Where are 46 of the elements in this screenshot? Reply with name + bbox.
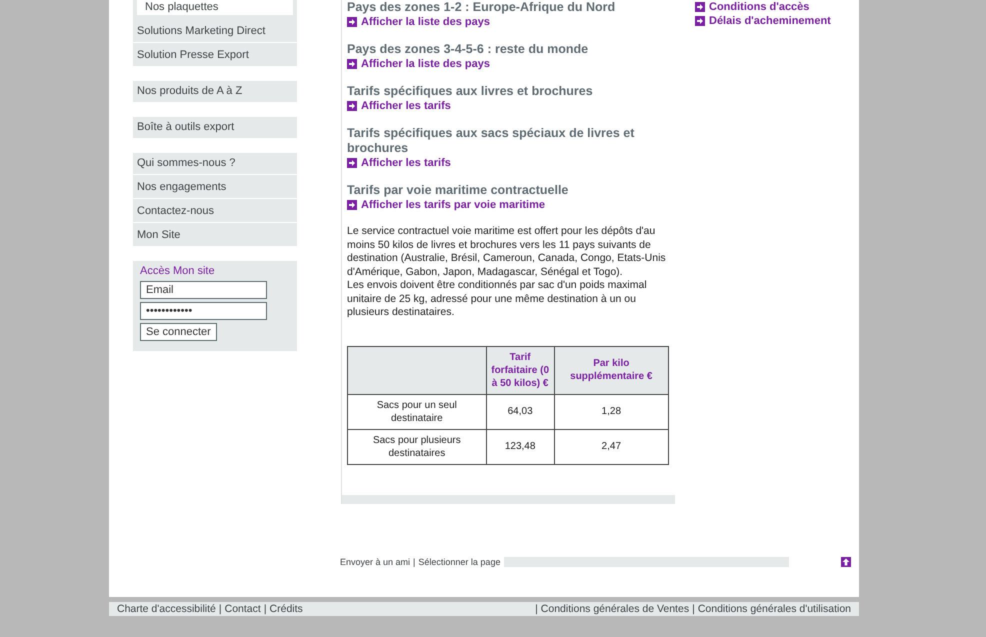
- separator: |: [218, 603, 222, 615]
- sidebar-subitem[interactable]: Nos plaquettes: [137, 0, 293, 15]
- table-header-cell: Par kilo supplémentaire €: [554, 346, 668, 394]
- table-cell: 2,47: [554, 429, 668, 464]
- section-link[interactable]: Afficher la liste des pays: [347, 15, 669, 29]
- side-link[interactable]: Délais d'acheminement: [695, 14, 831, 28]
- section-heading: Tarifs par voie maritime contractuelle: [347, 183, 570, 198]
- section-heading: Pays des zones 1-2 : Europe-Afrique du Nord: [347, 0, 616, 15]
- arrow-icon: [695, 16, 705, 26]
- table-cell: Sacs pour un seul destinataire: [348, 394, 486, 429]
- footer-link[interactable]: Conditions générales de Ventes: [540, 603, 690, 615]
- paragraph: Les envois doivent être conditionnés par sac d'un poids maximal unitaire de 25 kg, adressé pour une même destination à un ou plusieurs destinataires.: [347, 279, 648, 320]
- arrow-icon: [347, 59, 357, 69]
- arrow-icon: [347, 158, 357, 168]
- password-field[interactable]: ••••••••••••: [140, 302, 267, 320]
- paragraph: Le service contractuel voie maritime est offert pour les dépôts d'au moins 50 kilos de livres et brochures vers les 11 pays suivants de destination (Australie, Brésil, Cameroun, Canada, Congo, Etats-Unis d'Amérique, Gabon, Japon, Madagascar, Sénégal et Togo).: [347, 225, 667, 279]
- footer-link[interactable]: Crédits: [270, 603, 303, 615]
- separator: |: [692, 603, 695, 615]
- email-field[interactable]: Email: [140, 281, 267, 299]
- section-link[interactable]: Afficher la liste des pays: [347, 57, 669, 71]
- footer-link[interactable]: Contact: [224, 603, 261, 615]
- page-tool-link[interactable]: Sélectionner la page: [418, 557, 500, 567]
- table-header-cell: Tarif forfaitaire (0 à 50 kilos) €: [486, 346, 554, 394]
- separator: |: [535, 603, 538, 615]
- footer-link[interactable]: Charte d'accessibilité: [117, 603, 216, 615]
- table-cell: Sacs pour plusieurs destinataires: [348, 429, 486, 464]
- table-cell: 1,28: [554, 394, 668, 429]
- section-heading: Tarifs spécifiques aux sacs spéciaux de livres et brochures: [347, 126, 636, 156]
- arrow-icon: [347, 200, 357, 210]
- section-heading: Tarifs spécifiques aux livres et brochures: [347, 84, 594, 99]
- table-cell: 64,03: [486, 394, 554, 429]
- section-link[interactable]: Afficher les tarifs par voie maritime: [347, 198, 669, 212]
- section-heading: Pays des zones 3-4-5-6 : reste du monde: [347, 42, 590, 57]
- back-to-top-icon[interactable]: [841, 557, 852, 567]
- separator: |: [413, 557, 416, 567]
- section-link[interactable]: Afficher les tarifs: [347, 99, 669, 113]
- side-link[interactable]: Conditions d'accès: [695, 0, 831, 14]
- section-link[interactable]: Afficher les tarifs: [347, 156, 669, 170]
- login-button[interactable]: Se connecter: [140, 323, 217, 341]
- login-title: Accès Mon site: [140, 265, 216, 277]
- page-tool-link[interactable]: Envoyer à un ami: [340, 557, 410, 567]
- separator: |: [264, 603, 267, 615]
- table-cell: 123,48: [486, 429, 554, 464]
- arrow-icon: [347, 101, 357, 111]
- footer-link[interactable]: Conditions générales d'utilisation: [698, 603, 851, 615]
- arrow-icon: [347, 17, 357, 27]
